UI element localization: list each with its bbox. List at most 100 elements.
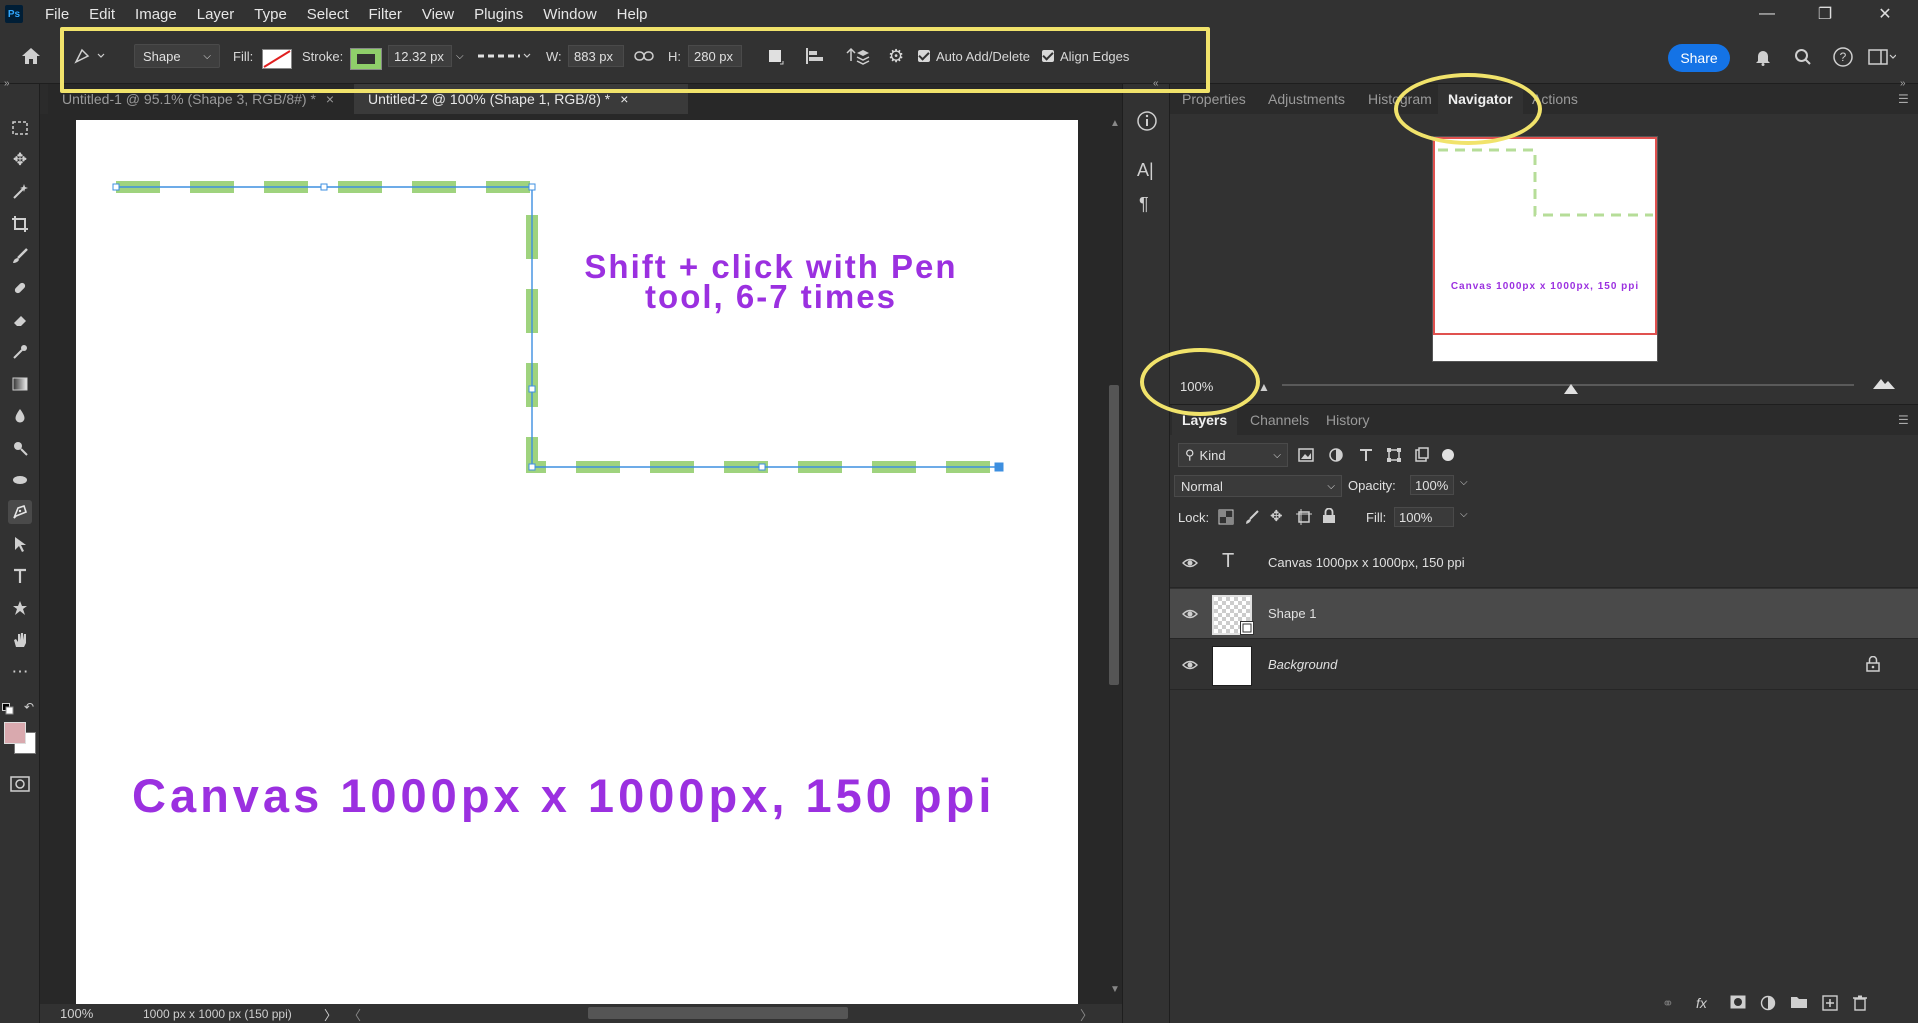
- pen-tool-preset-icon[interactable]: [72, 42, 106, 70]
- stroke-swatch[interactable]: [350, 45, 382, 73]
- panel-menu-icon[interactable]: ☰: [1898, 92, 1909, 106]
- info-icon[interactable]: [1136, 110, 1158, 137]
- blend-mode-dropdown[interactable]: Normal ⌵: [1174, 475, 1342, 497]
- path-operations-icon[interactable]: [766, 42, 786, 70]
- menu-type[interactable]: Type: [244, 6, 297, 23]
- width-input[interactable]: 883 px: [568, 45, 624, 67]
- menu-layer[interactable]: Layer: [187, 6, 245, 23]
- chevron-down-icon[interactable]: ⌵: [456, 51, 464, 62]
- chevron-down-icon[interactable]: ⌵: [1460, 477, 1468, 488]
- path-selection-icon[interactable]: [8, 532, 32, 556]
- path-alignment-icon[interactable]: [804, 42, 826, 70]
- menu-view[interactable]: View: [412, 6, 464, 23]
- new-layer-icon[interactable]: [1822, 995, 1838, 1016]
- more-tools-icon[interactable]: ⋯: [8, 660, 32, 684]
- eye-icon[interactable]: [1182, 657, 1198, 673]
- layer-name[interactable]: Canvas 1000px x 1000px, 150 ppi: [1268, 555, 1465, 570]
- new-group-icon[interactable]: [1790, 995, 1808, 1014]
- fill-swatch[interactable]: [262, 45, 292, 73]
- link-layers-icon[interactable]: ⚭: [1662, 995, 1674, 1012]
- collapse-chevron-icon[interactable]: »: [4, 78, 10, 89]
- status-zoom[interactable]: 100%: [60, 1006, 93, 1021]
- pen-tool-icon[interactable]: [8, 500, 32, 524]
- smudge-tool-icon[interactable]: [8, 468, 32, 492]
- layer-name[interactable]: Shape 1: [1268, 606, 1316, 621]
- adjustment-layer-icon[interactable]: [1760, 995, 1776, 1016]
- home-icon[interactable]: [20, 42, 42, 70]
- close-icon[interactable]: ×: [326, 91, 334, 107]
- status-menu-chevron-icon[interactable]: 〉: [324, 1005, 337, 1023]
- brush-tool-icon[interactable]: [8, 244, 32, 268]
- stroke-type-dropdown[interactable]: [476, 42, 534, 70]
- search-icon[interactable]: [1794, 48, 1812, 71]
- navigator-zoom-input[interactable]: 100%: [1180, 376, 1246, 396]
- workspace-icon[interactable]: [1868, 48, 1897, 71]
- tab-actions[interactable]: Actions: [1522, 84, 1588, 114]
- menu-select[interactable]: Select: [297, 6, 359, 23]
- close-icon[interactable]: ×: [620, 91, 628, 107]
- lock-image-brush-icon[interactable]: [1244, 509, 1260, 530]
- layer-row-text[interactable]: T Canvas 1000px x 1000px, 150 ppi: [1170, 538, 1918, 588]
- tab-history[interactable]: History: [1316, 405, 1380, 435]
- opacity-input[interactable]: 100%: [1410, 475, 1454, 495]
- character-panel-icon[interactable]: A|: [1137, 160, 1154, 181]
- menu-window[interactable]: Window: [533, 6, 606, 23]
- restore-icon[interactable]: ❐: [1802, 0, 1848, 28]
- menu-filter[interactable]: Filter: [359, 6, 412, 23]
- layer-filter-dropdown[interactable]: ⚲ Kind ⌵: [1178, 443, 1288, 467]
- help-icon[interactable]: ?: [1832, 46, 1854, 73]
- tool-mode-dropdown[interactable]: Shape ⌵: [134, 44, 220, 68]
- foreground-color-swatch[interactable]: [4, 722, 26, 744]
- dodge-tool-icon[interactable]: [8, 436, 32, 460]
- filter-pixel-icon[interactable]: [1298, 447, 1314, 468]
- auto-add-delete-checkbox[interactable]: [918, 50, 930, 62]
- lock-position-icon[interactable]: ✥: [1270, 507, 1283, 525]
- vertical-scroll-thumb[interactable]: [1109, 385, 1119, 685]
- height-input[interactable]: 280 px: [688, 45, 742, 67]
- tab-channels[interactable]: Channels: [1240, 405, 1319, 435]
- eye-icon[interactable]: [1182, 555, 1198, 571]
- filter-toggle[interactable]: [1442, 449, 1454, 461]
- default-colors-icon[interactable]: [2, 702, 14, 720]
- close-icon[interactable]: ✕: [1862, 0, 1908, 28]
- gradient-tool-icon[interactable]: [8, 372, 32, 396]
- filter-adjustment-icon[interactable]: [1328, 447, 1344, 468]
- magic-wand-icon[interactable]: [8, 180, 32, 204]
- fx-icon[interactable]: fx: [1696, 995, 1707, 1011]
- gear-icon[interactable]: ⚙: [888, 42, 904, 70]
- paragraph-panel-icon[interactable]: ¶: [1139, 194, 1149, 215]
- scroll-left-icon[interactable]: 〈: [348, 1005, 361, 1023]
- lock-all-icon[interactable]: [1322, 507, 1336, 529]
- scroll-up-icon[interactable]: ▲: [1110, 118, 1120, 129]
- menu-file[interactable]: File: [35, 6, 79, 23]
- layer-row-shape[interactable]: Shape 1: [1170, 589, 1918, 639]
- filter-shape-icon[interactable]: [1386, 447, 1402, 468]
- share-button[interactable]: Share: [1668, 44, 1730, 72]
- layer-row-background[interactable]: Background: [1170, 640, 1918, 690]
- document-canvas[interactable]: Shift + click with Pen tool, 6-7 times C…: [76, 120, 1078, 1004]
- fill-input[interactable]: 100%: [1394, 507, 1454, 527]
- type-tool-icon[interactable]: [8, 564, 32, 588]
- tab-navigator[interactable]: Navigator: [1438, 84, 1523, 114]
- horizontal-scroll-thumb[interactable]: [588, 1007, 848, 1019]
- eyedropper-icon[interactable]: [8, 340, 32, 364]
- layer-name[interactable]: Background: [1268, 657, 1337, 672]
- swap-colors-icon[interactable]: ↶: [24, 700, 34, 714]
- quick-mask-icon[interactable]: [10, 776, 30, 797]
- crop-tool-icon[interactable]: [8, 212, 32, 236]
- link-icon[interactable]: [634, 42, 654, 70]
- panel-menu-icon[interactable]: ☰: [1898, 413, 1909, 427]
- menu-edit[interactable]: Edit: [79, 6, 125, 23]
- minimize-icon[interactable]: —: [1744, 0, 1790, 28]
- zoom-out-mountain-icon[interactable]: ▲: [1258, 380, 1270, 394]
- lock-transparent-icon[interactable]: [1218, 509, 1234, 530]
- tab-layers[interactable]: Layers: [1172, 405, 1238, 435]
- tab-properties[interactable]: Properties: [1172, 84, 1256, 114]
- scroll-down-icon[interactable]: ▼: [1110, 984, 1120, 995]
- lock-icon[interactable]: [1866, 655, 1880, 675]
- tab-untitled-1[interactable]: Untitled-1 @ 95.1% (Shape 3, RGB/8#) * ×: [48, 84, 352, 114]
- stroke-width-input[interactable]: 12.32 px: [388, 45, 452, 67]
- align-edges-checkbox[interactable]: [1042, 50, 1054, 62]
- menu-help[interactable]: Help: [607, 6, 658, 23]
- marquee-tool-icon[interactable]: [8, 116, 32, 140]
